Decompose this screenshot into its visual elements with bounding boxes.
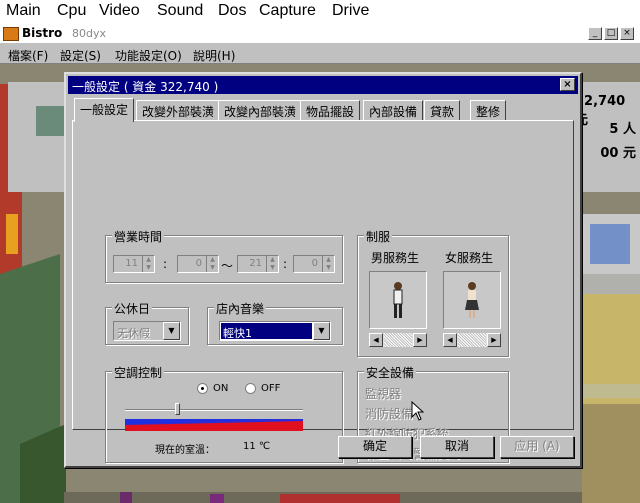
music-label: 店內音樂 bbox=[214, 300, 267, 317]
time-range-tilde: ～ bbox=[221, 259, 234, 273]
spin-down-icon[interactable]: ▼ bbox=[323, 264, 334, 272]
male-uniform-preview bbox=[369, 271, 427, 329]
room-temp-value: 11 ℃ bbox=[243, 441, 271, 452]
female-uniform-scroller[interactable]: ◀ ▶ bbox=[443, 333, 501, 347]
open-hour-spinner[interactable]: 11 ▲ ▼ bbox=[113, 255, 155, 273]
open-hour-value: 11 bbox=[125, 258, 138, 269]
holiday-label: 公休日 bbox=[112, 300, 153, 317]
tab-exterior[interactable]: 改變外部裝潢 bbox=[136, 100, 221, 120]
minimize-button[interactable]: _ bbox=[588, 27, 602, 40]
security-item-fire[interactable]: 消防設備 bbox=[365, 405, 413, 422]
tab-items[interactable]: 物品擺設 bbox=[300, 100, 361, 120]
tab-general[interactable]: 一般設定 bbox=[74, 98, 135, 122]
dosbox-menu-cpu[interactable]: Cpu bbox=[57, 2, 86, 20]
spin-up-icon[interactable]: ▲ bbox=[267, 256, 278, 264]
holiday-value: 无休假 bbox=[117, 327, 150, 340]
spin-up-icon[interactable]: ▲ bbox=[143, 256, 154, 264]
dosbox-menu-video[interactable]: Video bbox=[99, 2, 140, 20]
temperature-slider-track[interactable] bbox=[125, 409, 303, 411]
dosbox-menu-bar: Main Cpu Video Sound Dos Capture Drive bbox=[0, 0, 640, 24]
female-uniform-preview bbox=[443, 271, 501, 329]
apply-button[interactable]: 应用 (A) bbox=[500, 436, 574, 458]
tab-renovation[interactable]: 整修 bbox=[470, 100, 507, 120]
temperature-slider-thumb[interactable] bbox=[175, 403, 181, 415]
preview-panel bbox=[8, 82, 66, 192]
spin-down-icon[interactable]: ▼ bbox=[143, 264, 154, 272]
dialog-title-bar: 一般設定 ( 資金 322,740 ) × bbox=[68, 76, 578, 94]
time-colon: : bbox=[163, 257, 168, 271]
male-waiter-label: 男服務生 bbox=[371, 251, 420, 265]
tab-loan[interactable]: 貸款 bbox=[424, 100, 461, 120]
app-version: 80dyx bbox=[72, 27, 106, 40]
music-select[interactable]: 輕快1 ▼ bbox=[219, 321, 331, 341]
maximize-icon[interactable]: □ bbox=[604, 27, 618, 40]
arrow-right-icon[interactable]: ▶ bbox=[487, 333, 501, 347]
dialog-title: 一般設定 ( 資金 322,740 ) bbox=[72, 80, 219, 94]
tab-interior[interactable]: 改變內部裝潢 bbox=[218, 100, 303, 120]
time-colon: : bbox=[283, 257, 288, 271]
mouse-pointer-icon bbox=[411, 401, 425, 421]
business-hours-label: 營業時間 bbox=[112, 228, 165, 245]
aircon-off-label: OFF bbox=[261, 383, 281, 394]
security-label: 安全設備 bbox=[364, 364, 417, 381]
open-minute-value: 0 bbox=[195, 258, 202, 269]
app-name: Bistro bbox=[22, 26, 63, 40]
dialog-close-button[interactable]: × bbox=[560, 78, 575, 91]
spin-down-icon[interactable]: ▼ bbox=[267, 264, 278, 272]
arrow-right-icon[interactable]: ▶ bbox=[413, 333, 427, 347]
room-temp-label: 現在的室溫： bbox=[155, 445, 215, 456]
aircon-on-radio[interactable] bbox=[197, 383, 208, 394]
dosbox-menu-drive[interactable]: Drive bbox=[332, 2, 369, 20]
dosbox-menu-capture[interactable]: Capture bbox=[259, 2, 316, 20]
spin-up-icon[interactable]: ▲ bbox=[323, 256, 334, 264]
app-close-button[interactable]: × bbox=[620, 27, 634, 40]
spin-down-icon[interactable]: ▼ bbox=[207, 264, 218, 272]
close-minute-value: 0 bbox=[311, 258, 318, 269]
menu-functions[interactable]: 功能設定(O) bbox=[115, 47, 182, 64]
female-waiter-label: 女服務生 bbox=[445, 251, 494, 265]
general-settings-dialog: 一般設定 ( 資金 322,740 ) × 一般設定 改變外部裝潢 改變內部裝潢… bbox=[64, 72, 582, 468]
close-minute-spinner[interactable]: 0 ▲ ▼ bbox=[293, 255, 335, 273]
app-logo-icon bbox=[3, 27, 19, 41]
preview-image bbox=[36, 106, 64, 136]
male-uniform-scroller[interactable]: ◀ ▶ bbox=[369, 333, 427, 347]
arrow-left-icon[interactable]: ◀ bbox=[443, 333, 457, 347]
close-hour-spinner[interactable]: 21 ▲ ▼ bbox=[237, 255, 279, 273]
staff-count: 5 人 bbox=[609, 122, 636, 137]
amount-readout: 00 元 bbox=[600, 146, 636, 161]
dosbox-menu-sound[interactable]: Sound bbox=[157, 2, 203, 20]
aircon-on-label: ON bbox=[213, 383, 229, 394]
app-title-bar: Bistro 80dyx _ □ × bbox=[0, 24, 640, 44]
holiday-select[interactable]: 无休假 ▼ bbox=[113, 321, 181, 341]
ok-button[interactable]: 确定 bbox=[338, 436, 412, 458]
aircon-label: 空調控制 bbox=[112, 364, 165, 381]
close-hour-value: 21 bbox=[249, 258, 262, 269]
waitress-icon bbox=[465, 282, 479, 318]
tab-panel-general: 營業時間 11 ▲ ▼ : 0 ▲ ▼ ～ 21 ▲ ▼ : 0 ▲ ▼ 公休日 无休假… bbox=[72, 120, 574, 463]
uniform-label: 制服 bbox=[364, 228, 393, 245]
tab-equipment[interactable]: 內部設備 bbox=[363, 100, 424, 120]
security-item-camera[interactable]: 監視器 bbox=[365, 385, 401, 402]
chevron-down-icon[interactable]: ▼ bbox=[163, 322, 180, 340]
arrow-left-icon[interactable]: ◀ bbox=[369, 333, 383, 347]
open-minute-spinner[interactable]: 0 ▲ ▼ bbox=[177, 255, 219, 273]
chevron-down-icon[interactable]: ▼ bbox=[313, 322, 330, 340]
app-menu-bar: 檔案(F) 設定(S) 功能設定(O) 說明(H) bbox=[0, 44, 640, 64]
waiter-icon bbox=[393, 282, 403, 318]
cancel-button[interactable]: 取消 bbox=[420, 436, 494, 458]
spin-up-icon[interactable]: ▲ bbox=[207, 256, 218, 264]
music-value: 輕快1 bbox=[221, 323, 312, 340]
temperature-gradient-bar bbox=[125, 419, 303, 431]
aircon-off-radio[interactable] bbox=[245, 383, 256, 394]
menu-help[interactable]: 說明(H) bbox=[193, 47, 235, 64]
status-panel: 22,740 元 5 人 00 元 bbox=[575, 82, 640, 192]
dosbox-menu-main[interactable]: Main bbox=[6, 2, 41, 20]
menu-settings[interactable]: 設定(S) bbox=[60, 47, 101, 64]
menu-file[interactable]: 檔案(F) bbox=[8, 47, 48, 64]
dosbox-menu-dos[interactable]: Dos bbox=[218, 2, 246, 20]
